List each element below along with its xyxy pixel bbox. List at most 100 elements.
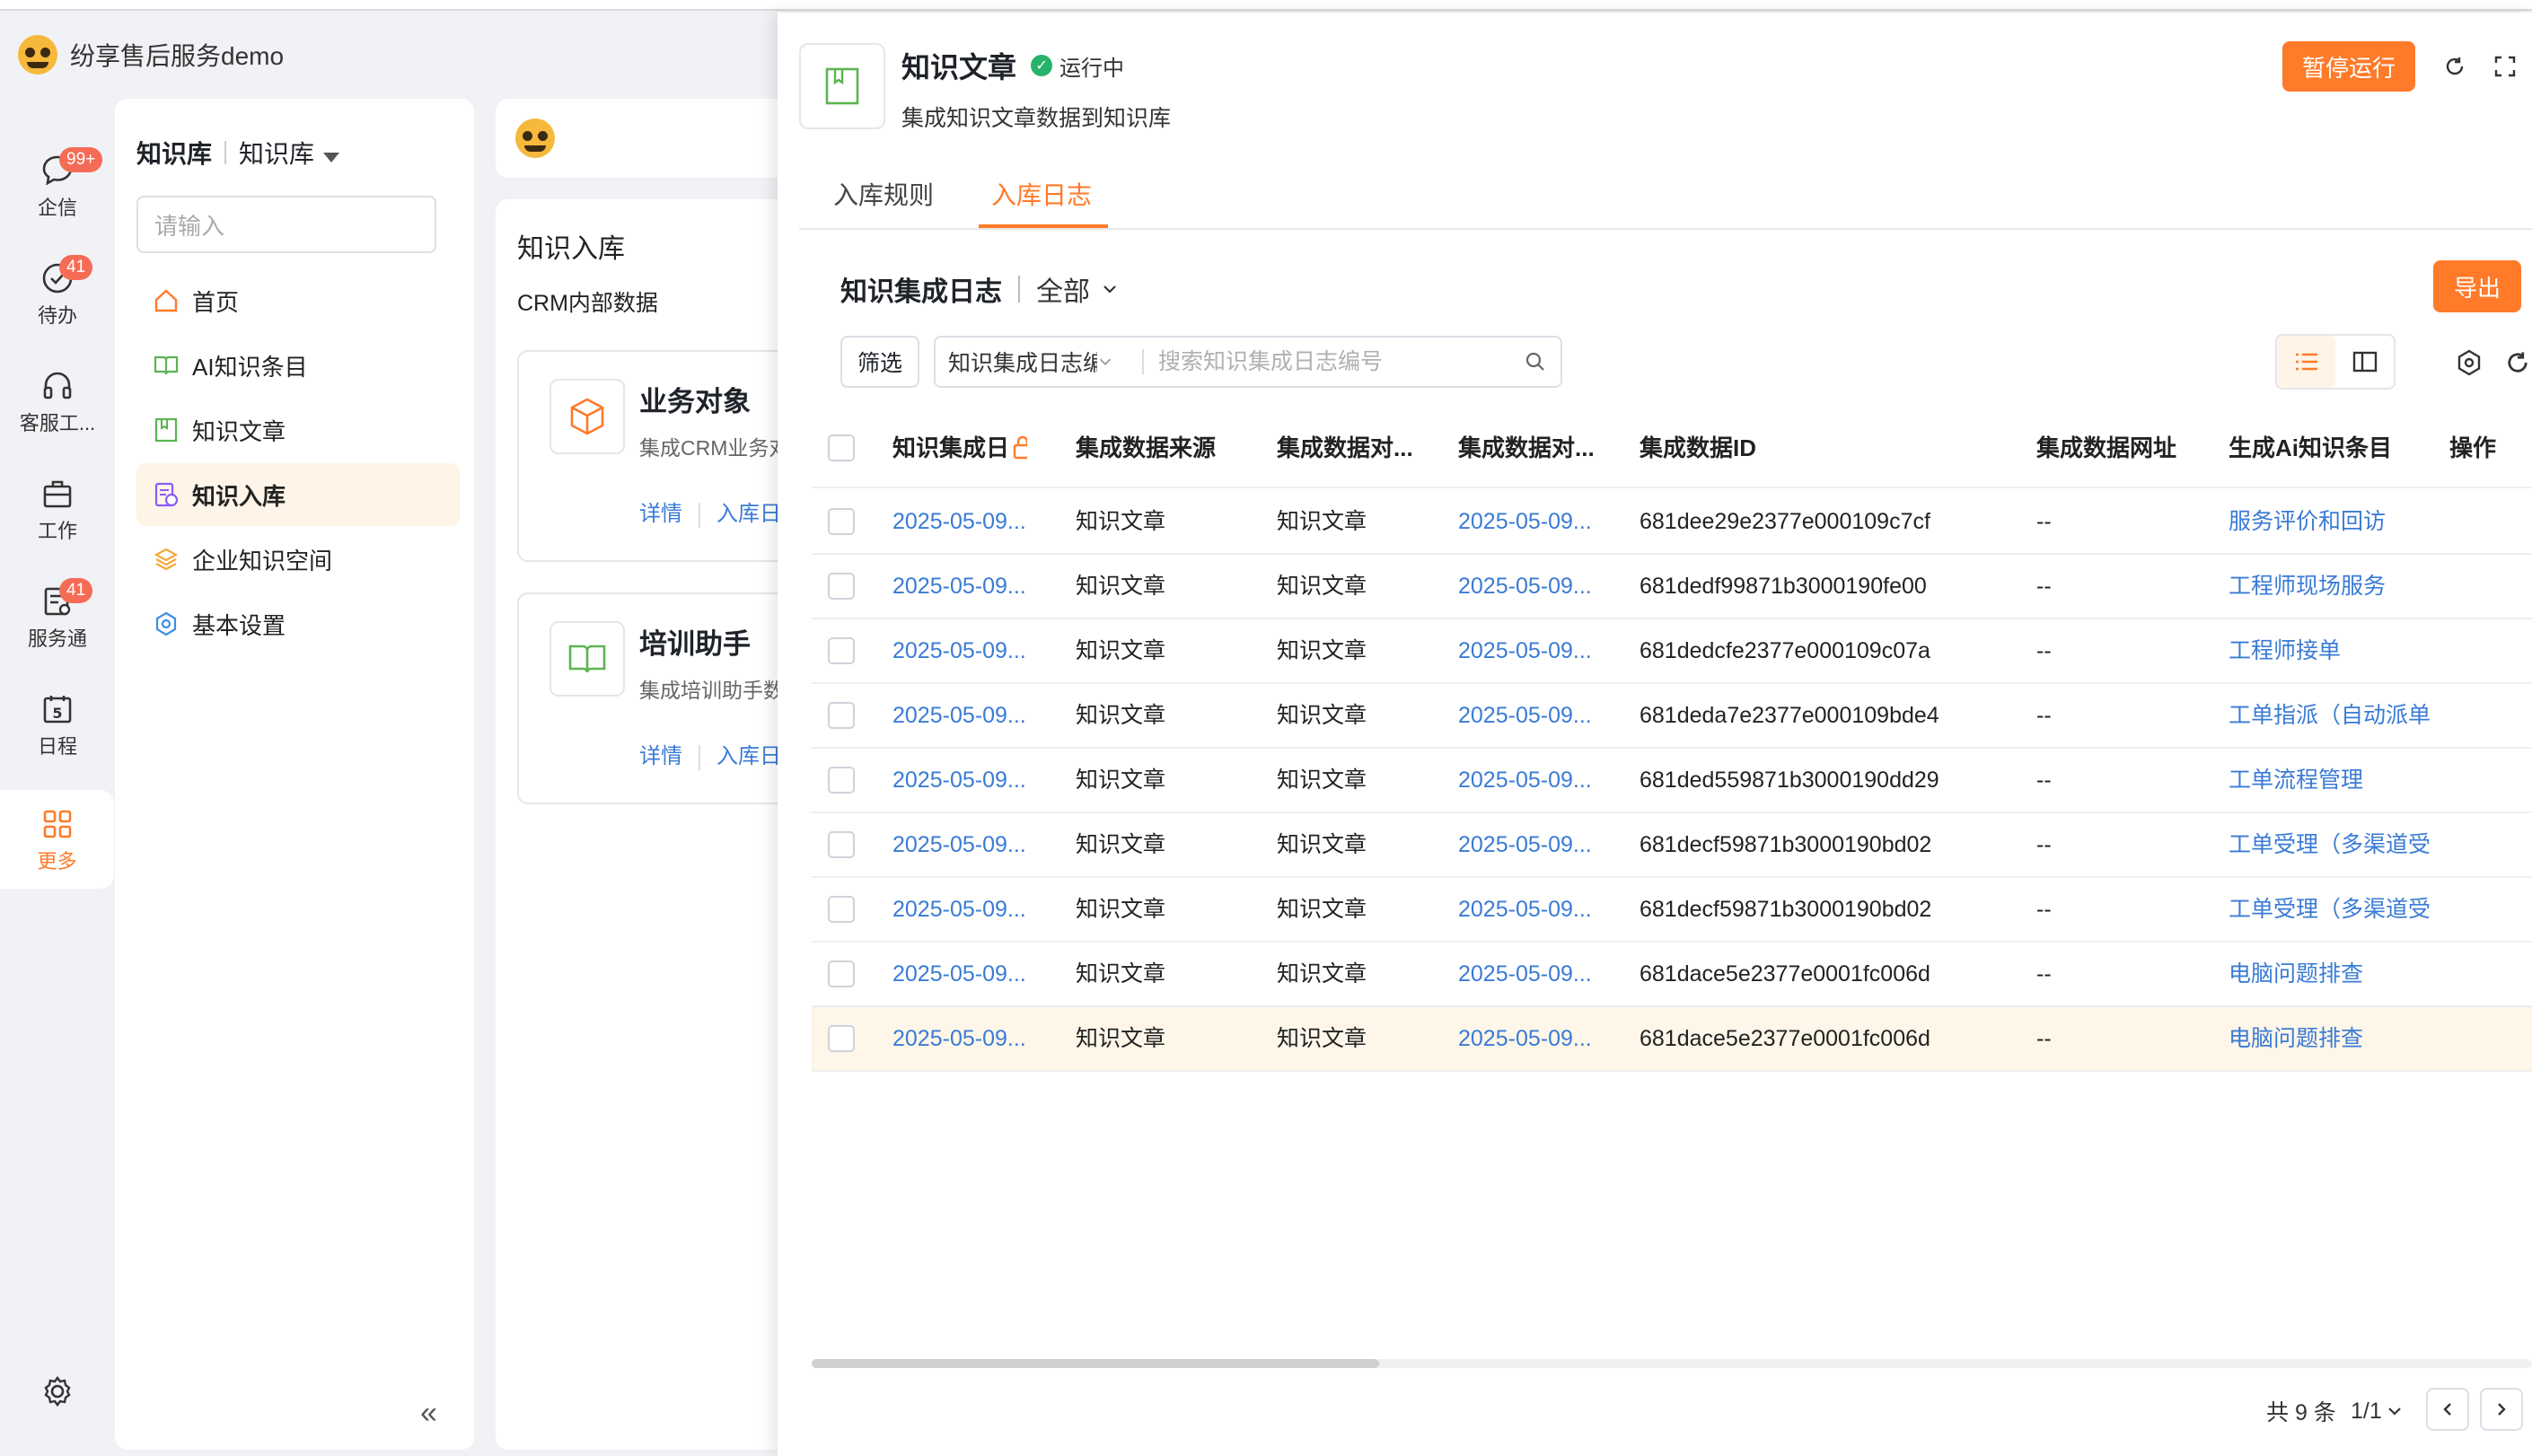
list-view-icon[interactable]	[2277, 336, 2335, 388]
next-page-button[interactable]	[2480, 1388, 2523, 1431]
column-header[interactable]: 知识集成日	[892, 408, 1027, 488]
tab-ingest-log[interactable]: 入库日志	[991, 176, 1092, 212]
table-cell: 知识文章	[1076, 832, 1166, 857]
table-cell[interactable]: 2025-05-09...	[892, 749, 1054, 811]
ingest-log-link[interactable]: 入库日	[717, 502, 781, 526]
menu-item-ingest[interactable]: 知识入库	[136, 463, 460, 526]
table-cell[interactable]: 工程师接单	[2229, 619, 2444, 682]
refresh-icon[interactable]	[2437, 48, 2473, 84]
table-cell[interactable]: 服务评价和回访	[2229, 490, 2444, 553]
pause-button[interactable]: 暂停运行	[2282, 41, 2415, 92]
table-cell[interactable]: 工单受理（多渠道受	[2229, 878, 2444, 941]
table-cell[interactable]: 工单受理（多渠道受	[2229, 813, 2444, 876]
row-checkbox[interactable]	[828, 831, 855, 858]
column-header[interactable]: 集成数据ID	[1640, 408, 1909, 488]
search-icon[interactable]	[1510, 350, 1561, 373]
table-cell[interactable]: 2025-05-09...	[1458, 555, 1620, 618]
filter-button[interactable]: 筛选	[840, 336, 919, 388]
table-cell[interactable]: 2025-05-09...	[1458, 619, 1620, 682]
prev-page-button[interactable]	[2426, 1388, 2469, 1431]
kb-switch[interactable]: 知识库	[239, 135, 340, 171]
page-select[interactable]: 1/1	[2351, 1386, 2404, 1436]
row-checkbox[interactable]	[828, 896, 855, 923]
row-checkbox[interactable]	[828, 1025, 855, 1052]
app-logo	[18, 35, 57, 75]
details-link[interactable]: 详情	[639, 744, 682, 768]
table-row[interactable]: 2025-05-09... 知识文章 知识文章 2025-05-09... 681dec…	[812, 878, 2532, 943]
scope-filter[interactable]: 全部	[1036, 269, 1119, 309]
table-cell[interactable]: 2025-05-09...	[1458, 878, 1620, 941]
menu-item-home[interactable]: 首页	[136, 269, 460, 332]
row-checkbox[interactable]	[828, 508, 855, 535]
table-cell[interactable]: 2025-05-09...	[892, 878, 1054, 941]
table-cell[interactable]: 工单指派（自动派单	[2229, 684, 2444, 747]
table-cell[interactable]: 2025-05-09...	[1458, 684, 1620, 747]
table-row[interactable]: 2025-05-09... 知识文章 知识文章 2025-05-09... 681dac…	[812, 1007, 2532, 1072]
table-row[interactable]: 2025-05-09... 知识文章 知识文章 2025-05-09... 681ded…	[812, 684, 2532, 749]
table-row[interactable]: 2025-05-09... 知识文章 知识文章 2025-05-09... 681ded…	[812, 749, 2532, 813]
detail-drawer: 知识文章 ✓ 运行中 集成知识文章数据到知识库 暂停运行 入库规则 入库日志 知识…	[778, 13, 2532, 1456]
fullscreen-icon[interactable]	[2487, 48, 2523, 84]
refresh-list-icon[interactable]	[2500, 345, 2532, 381]
table-cell[interactable]: 2025-05-09...	[892, 555, 1054, 618]
settings-gear-icon[interactable]	[40, 1373, 75, 1414]
table-row[interactable]: 2025-05-09... 知识文章 知识文章 2025-05-09... 681dee…	[812, 490, 2532, 555]
row-checkbox[interactable]	[828, 767, 855, 794]
table-cell[interactable]: 电脑问题排查	[2229, 1007, 2444, 1070]
search-input[interactable]: 搜索知识集成日志编号	[1142, 349, 1510, 374]
table-cell[interactable]: 2025-05-09...	[892, 813, 1054, 876]
rail-item-work[interactable]: 工作	[0, 467, 115, 557]
split-view-icon[interactable]	[2335, 336, 2394, 388]
collapse-sidebar-icon[interactable]: «	[420, 1396, 437, 1431]
drawer-title-row: 知识文章 ✓ 运行中	[901, 45, 1124, 86]
table-cell[interactable]: 工程师现场服务	[2229, 555, 2444, 618]
table-cell[interactable]: 2025-05-09...	[1458, 813, 1620, 876]
column-header[interactable]: 集成数据来源	[1076, 408, 1255, 488]
horizontal-scrollbar[interactable]	[812, 1359, 2532, 1368]
menu-item-settings[interactable]: 基本设置	[136, 592, 460, 655]
search-field-select[interactable]: 知识集成日志编号	[936, 346, 1142, 378]
scrollbar-thumb[interactable]	[812, 1359, 1379, 1368]
column-header[interactable]: 集成数据对...	[1458, 408, 1620, 488]
table-cell[interactable]: 2025-05-09...	[892, 684, 1054, 747]
select-all-checkbox[interactable]	[828, 434, 855, 461]
table-cell[interactable]: 2025-05-09...	[1458, 749, 1620, 811]
tab-ingest-rules[interactable]: 入库规则	[833, 176, 934, 212]
table-cell[interactable]: 2025-05-09...	[892, 943, 1054, 1005]
rail-item-todo[interactable]: 41 待办	[0, 251, 115, 341]
table-cell: 知识文章	[1076, 897, 1166, 922]
rail-item-more[interactable]: 更多	[0, 790, 114, 889]
rail-item-service-desk[interactable]: 客服工...	[0, 359, 115, 449]
rail-item-calendar[interactable]: 5 日程	[0, 682, 115, 772]
table-cell[interactable]: 电脑问题排查	[2229, 943, 2444, 1005]
ingest-log-link[interactable]: 入库日	[717, 744, 781, 768]
row-checkbox[interactable]	[828, 960, 855, 987]
table-row[interactable]: 2025-05-09... 知识文章 知识文章 2025-05-09... 681ded…	[812, 619, 2532, 684]
table-row[interactable]: 2025-05-09... 知识文章 知识文章 2025-05-09... 681dec…	[812, 813, 2532, 878]
menu-item-articles[interactable]: 知识文章	[136, 399, 460, 461]
table-cell[interactable]: 2025-05-09...	[892, 1007, 1054, 1070]
column-header[interactable]: 集成数据网址	[2036, 408, 2207, 488]
table-cell[interactable]: 工单流程管理	[2229, 749, 2444, 811]
table-cell[interactable]: 2025-05-09...	[1458, 1007, 1620, 1070]
table-row[interactable]: 2025-05-09... 知识文章 知识文章 2025-05-09... 681dac…	[812, 943, 2532, 1007]
table-cell[interactable]: 2025-05-09...	[892, 490, 1054, 553]
menu-item-ai-entries[interactable]: AI知识条目	[136, 334, 460, 397]
table-cell[interactable]: 2025-05-09...	[892, 619, 1054, 682]
details-link[interactable]: 详情	[639, 502, 682, 526]
row-checkbox[interactable]	[828, 702, 855, 729]
menu-item-enterprise-space[interactable]: 企业知识空间	[136, 528, 460, 591]
row-checkbox[interactable]	[828, 573, 855, 600]
rail-item-service[interactable]: 41 服务通	[0, 575, 115, 664]
export-button[interactable]: 导出	[2433, 260, 2521, 312]
column-settings-icon[interactable]	[2451, 345, 2487, 381]
column-header[interactable]: 生成Ai知识条目	[2229, 408, 2426, 488]
rail-item-qixin[interactable]: 99+ 企信	[0, 144, 115, 233]
table-cell[interactable]: 2025-05-09...	[1458, 943, 1620, 1005]
divider	[224, 141, 227, 164]
table-cell[interactable]: 2025-05-09...	[1458, 490, 1620, 553]
kb-search-input[interactable]: 请输入	[136, 196, 436, 253]
table-row[interactable]: 2025-05-09... 知识文章 知识文章 2025-05-09... 681ded…	[812, 555, 2532, 619]
row-checkbox[interactable]	[828, 637, 855, 664]
column-header[interactable]: 集成数据对...	[1277, 408, 1438, 488]
